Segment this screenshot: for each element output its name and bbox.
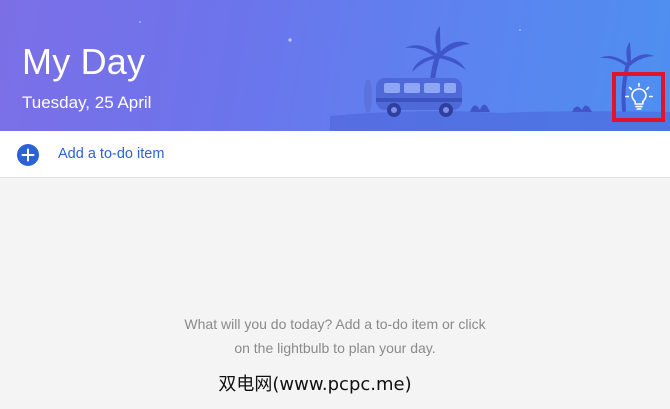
my-day-header: My Day Tuesday, 25 April [0, 0, 670, 131]
add-todo-row[interactable]: Add a to-do item [0, 131, 670, 178]
suggestions-button[interactable] [612, 72, 665, 122]
empty-state-text-line1: What will you do today? Add a to-do item… [184, 316, 486, 332]
page-date: Tuesday, 25 April [22, 93, 152, 112]
plus-circle-icon[interactable] [17, 144, 39, 166]
empty-state-text-line2: on the lightbulb to plan your day. [234, 340, 436, 356]
task-list-empty-state: What will you do today? Add a to-do item… [0, 178, 670, 409]
lightbulb-icon [624, 82, 653, 110]
add-todo-label[interactable]: Add a to-do item [58, 147, 164, 162]
watermark: 双电网(www.pcpc.me) [218, 374, 412, 395]
my-day-window: My Day Tuesday, 25 April Add a to-do ite… [0, 0, 670, 409]
page-title: My Day [22, 41, 146, 82]
